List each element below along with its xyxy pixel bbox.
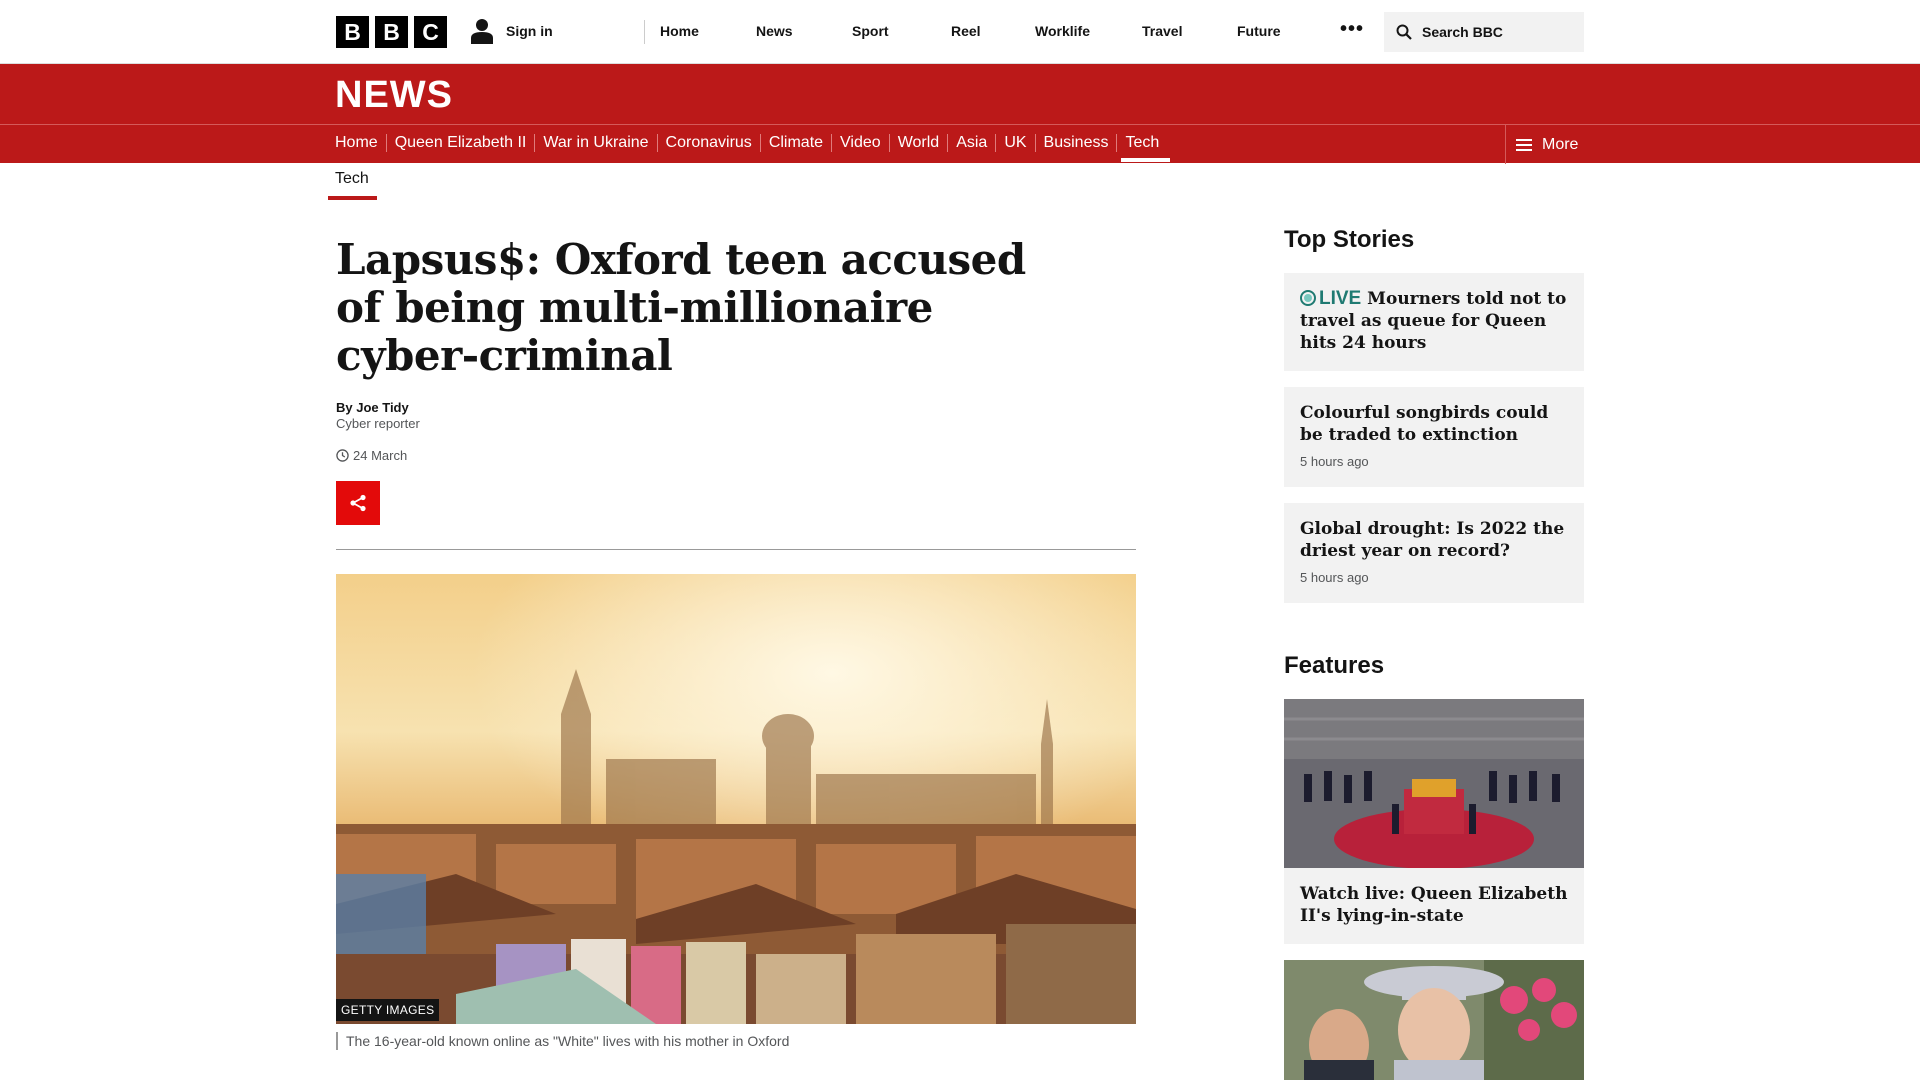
share-icon xyxy=(350,494,366,512)
search-box[interactable]: Search BBC xyxy=(1384,12,1584,52)
logo-letter-b2: B xyxy=(375,16,408,48)
share-button[interactable] xyxy=(336,481,380,525)
top-story-timestamp: 5 hours ago xyxy=(1300,570,1369,585)
section-nav-more-button[interactable]: More xyxy=(1505,125,1578,164)
user-icon xyxy=(471,19,493,44)
article-date: 24 March xyxy=(336,448,407,463)
section-nav: Home Queen Elizabeth II War in Ukraine C… xyxy=(0,124,1920,164)
article-divider xyxy=(336,549,1136,550)
section-nav-climate[interactable]: Climate xyxy=(761,134,831,152)
live-label: LIVE xyxy=(1319,288,1362,309)
global-nav: Home News Sport Reel Worklife Travel Fut… xyxy=(644,20,1281,44)
section-nav-queen-elizabeth[interactable]: Queen Elizabeth II xyxy=(387,134,535,152)
section-nav-war-in-ukraine[interactable]: War in Ukraine xyxy=(535,134,656,152)
top-stories-heading: Top Stories xyxy=(1284,226,1415,253)
top-story-timestamp: 5 hours ago xyxy=(1300,454,1369,469)
more-menu-icon[interactable]: ••• xyxy=(1340,18,1364,41)
feature-headline: Watch live: Queen Elizabeth II's lying-i… xyxy=(1300,884,1568,926)
subsection-underline xyxy=(328,196,377,200)
section-nav-uk[interactable]: UK xyxy=(996,134,1034,152)
top-story-title: LIVE Mourners told not to travel as queu… xyxy=(1300,288,1568,354)
hero-image xyxy=(336,574,1136,1024)
article-date-text: 24 March xyxy=(353,448,408,463)
logo-letter-b1: B xyxy=(336,16,369,48)
section-nav-tech[interactable]: Tech xyxy=(1117,134,1167,152)
section-nav-home[interactable]: Home xyxy=(335,134,386,152)
top-story-headline: Global drought: Is 2022 the driest year … xyxy=(1300,519,1565,561)
global-nav-reel[interactable]: Reel xyxy=(951,23,981,39)
global-nav-news[interactable]: News xyxy=(756,23,793,39)
subsection-tech-link[interactable]: Tech xyxy=(335,170,369,188)
section-nav-coronavirus[interactable]: Coronavirus xyxy=(658,134,760,152)
article-headline: Lapsus$: Oxford teen accused of being mu… xyxy=(336,235,1026,380)
search-icon xyxy=(1396,24,1412,40)
signin-label: Sign in xyxy=(506,23,553,39)
signin-link[interactable]: Sign in xyxy=(470,18,553,44)
live-icon xyxy=(1300,290,1316,306)
live-badge: LIVE xyxy=(1300,288,1361,309)
global-nav-sport[interactable]: Sport xyxy=(852,23,889,39)
section-nav-video[interactable]: Video xyxy=(832,134,889,152)
feature-image[interactable] xyxy=(1284,960,1584,1080)
logo-letter-c: C xyxy=(414,16,447,48)
news-logo[interactable]: NEWS xyxy=(335,74,453,117)
top-story-card[interactable]: Colourful songbirds could be traded to e… xyxy=(1284,387,1584,487)
search-placeholder: Search BBC xyxy=(1422,24,1503,40)
top-story-headline: Colourful songbirds could be traded to e… xyxy=(1300,403,1549,445)
global-header: B B C Sign in Home News Sport Reel Workl… xyxy=(0,0,1920,64)
article-byline: By Joe Tidy xyxy=(336,400,409,415)
section-nav-business[interactable]: Business xyxy=(1036,134,1117,152)
global-nav-worklife[interactable]: Worklife xyxy=(1035,23,1090,39)
active-tab-indicator xyxy=(1121,158,1170,162)
image-credit: GETTY IMAGES xyxy=(336,999,440,1021)
bbc-logo[interactable]: B B C xyxy=(336,16,447,48)
image-caption: The 16-year-old known online as "White" … xyxy=(336,1032,789,1050)
feature-card[interactable]: Watch live: Queen Elizabeth II's lying-i… xyxy=(1284,868,1584,944)
top-story-card[interactable]: Global drought: Is 2022 the driest year … xyxy=(1284,503,1584,603)
more-label: More xyxy=(1542,135,1579,153)
menu-icon xyxy=(1516,138,1532,151)
global-nav-travel[interactable]: Travel xyxy=(1142,23,1182,39)
clock-icon xyxy=(336,449,349,462)
global-nav-future[interactable]: Future xyxy=(1237,23,1281,39)
top-story-card[interactable]: LIVE Mourners told not to travel as queu… xyxy=(1284,273,1584,371)
features-heading: Features xyxy=(1284,652,1385,679)
section-nav-asia[interactable]: Asia xyxy=(948,134,995,152)
news-banner xyxy=(0,64,1920,124)
section-nav-world[interactable]: World xyxy=(890,134,948,152)
author-role: Cyber reporter xyxy=(336,416,420,431)
feature-image[interactable] xyxy=(1284,699,1584,868)
global-nav-home[interactable]: Home xyxy=(660,23,699,39)
